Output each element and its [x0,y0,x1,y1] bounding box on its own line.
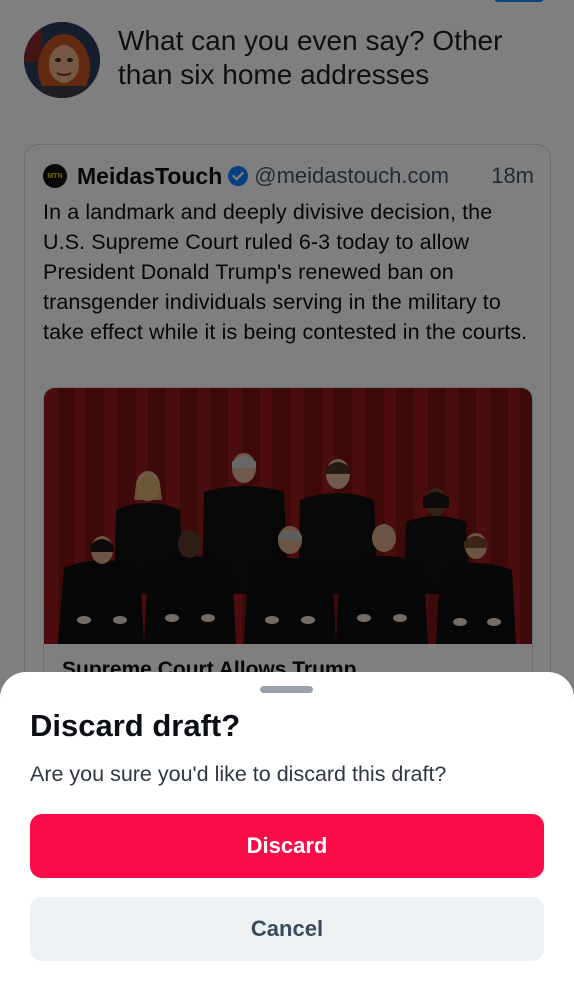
sheet-drag-handle[interactable] [260,686,313,693]
discard-draft-sheet: Discard draft? Are you sure you'd like t… [0,672,574,1000]
sheet-message: Are you sure you'd like to discard this … [30,762,447,786]
sheet-title: Discard draft? [30,708,241,743]
discard-button[interactable]: Discard [30,814,544,878]
cancel-button[interactable]: Cancel [30,897,544,961]
